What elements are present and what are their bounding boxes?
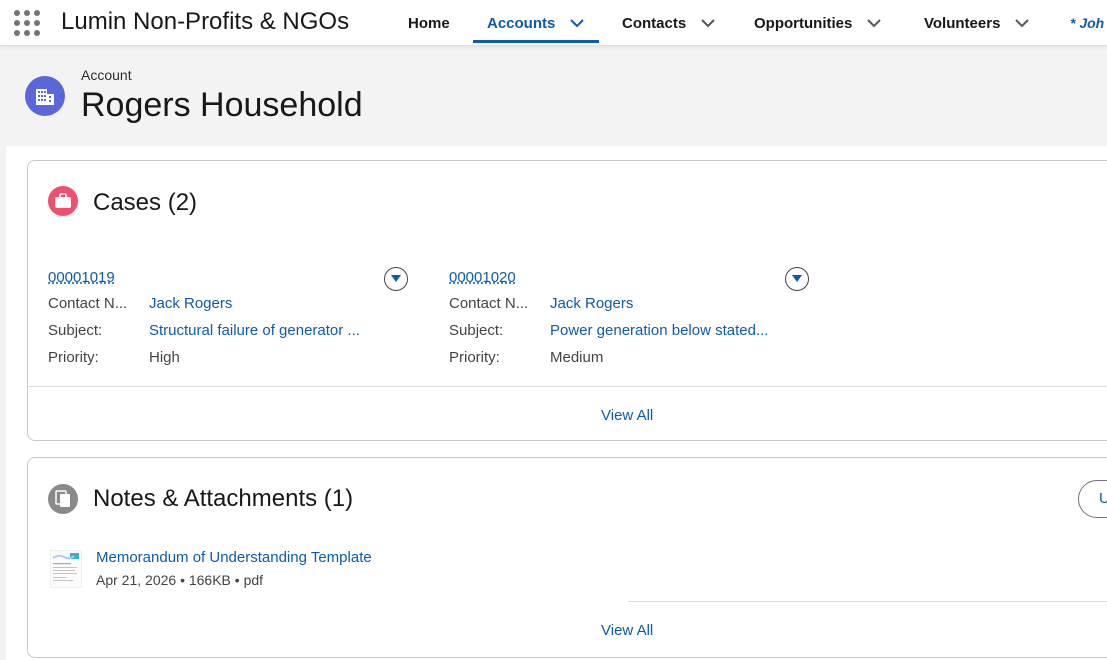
nav-item-label: Contacts	[622, 14, 687, 32]
nav-item-label: Accounts	[487, 14, 556, 32]
case-number-link[interactable]: 00001020	[449, 269, 516, 286]
documents-icon	[48, 484, 78, 514]
chevron-down-icon[interactable]	[1014, 15, 1030, 31]
cases-related-list: Cases (2) 00001019 Contact N... Jack Rog…	[27, 160, 1107, 441]
subject-link[interactable]: Power generation below stated...	[550, 322, 768, 339]
notes-attachments-related-list: Notes & Attachments (1) U Memorandum of …	[27, 457, 1107, 658]
nav-item-opportunities[interactable]: Opportunities	[754, 0, 882, 46]
briefcase-icon	[48, 186, 78, 216]
field-label: Priority:	[449, 349, 500, 366]
nav-item-contacts[interactable]: Contacts	[622, 0, 716, 46]
contact-name-link[interactable]: Jack Rogers	[550, 295, 633, 312]
global-nav-bar: Lumin Non-Profits & NGOs Home Accounts C…	[0, 0, 1107, 46]
contact-name-link[interactable]: Jack Rogers	[149, 295, 232, 312]
notes-title[interactable]: Notes & Attachments (1)	[93, 485, 353, 513]
row-actions-button[interactable]	[785, 267, 809, 291]
caret-down-icon	[792, 275, 802, 282]
upload-files-button[interactable]: U	[1078, 480, 1107, 518]
caret-down-icon	[391, 275, 401, 282]
nav-item-label: Volunteers	[924, 14, 1001, 32]
chevron-down-icon[interactable]	[569, 15, 585, 31]
nav-item-label: Home	[408, 14, 450, 32]
notes-view-all-link[interactable]: View All	[601, 622, 653, 639]
pdf-thumbnail-icon[interactable]	[49, 549, 83, 589]
cases-title[interactable]: Cases (2)	[93, 189, 197, 217]
nav-item-label: Opportunities	[754, 14, 853, 32]
meta-separator: •	[234, 572, 244, 588]
file-name-link[interactable]: Memorandum of Understanding Template	[96, 549, 372, 566]
card-footer-divider	[28, 386, 1107, 387]
file-date: Apr 21, 2026	[96, 572, 177, 588]
record-object-type: Account	[81, 67, 132, 83]
active-tab-indicator	[473, 40, 600, 43]
field-label: Subject:	[48, 322, 103, 339]
field-label: Contact N...	[48, 295, 128, 312]
field-label: Contact N...	[449, 295, 529, 312]
file-size: 166KB	[188, 572, 231, 588]
app-launcher-icon[interactable]	[12, 8, 40, 36]
row-actions-button[interactable]	[384, 267, 408, 291]
building-icon	[25, 76, 65, 116]
meta-separator: •	[180, 572, 189, 588]
nav-item-overflow[interactable]: * Joh	[1070, 0, 1107, 46]
cases-view-all-link[interactable]: View All	[601, 407, 653, 424]
nav-item-label: * Joh	[1070, 15, 1105, 31]
chevron-down-icon[interactable]	[866, 15, 882, 31]
record-title: Rogers Household	[81, 86, 363, 124]
case-tile: 00001019 Contact N... Jack Rogers Subjec…	[48, 267, 413, 377]
priority-value: High	[149, 349, 180, 366]
case-tile: 00001020 Contact N... Jack Rogers Subjec…	[449, 267, 814, 377]
card-footer-divider	[628, 601, 1107, 602]
case-number-link[interactable]: 00001019	[48, 269, 115, 286]
field-label: Priority:	[48, 349, 99, 366]
field-label: Subject:	[449, 322, 504, 339]
file-meta: Apr 21, 2026 • 166KB • pdf	[96, 572, 263, 588]
chevron-down-icon[interactable]	[700, 15, 716, 31]
priority-value: Medium	[550, 349, 604, 366]
app-name: Lumin Non-Profits & NGOs	[61, 8, 350, 35]
nav-item-accounts[interactable]: Accounts	[473, 0, 600, 46]
nav-item-volunteers[interactable]: Volunteers	[924, 0, 1030, 46]
file-type: pdf	[243, 572, 264, 588]
subject-link[interactable]: Structural failure of generator ...	[149, 322, 360, 339]
nav-item-home[interactable]: Home	[408, 0, 450, 46]
